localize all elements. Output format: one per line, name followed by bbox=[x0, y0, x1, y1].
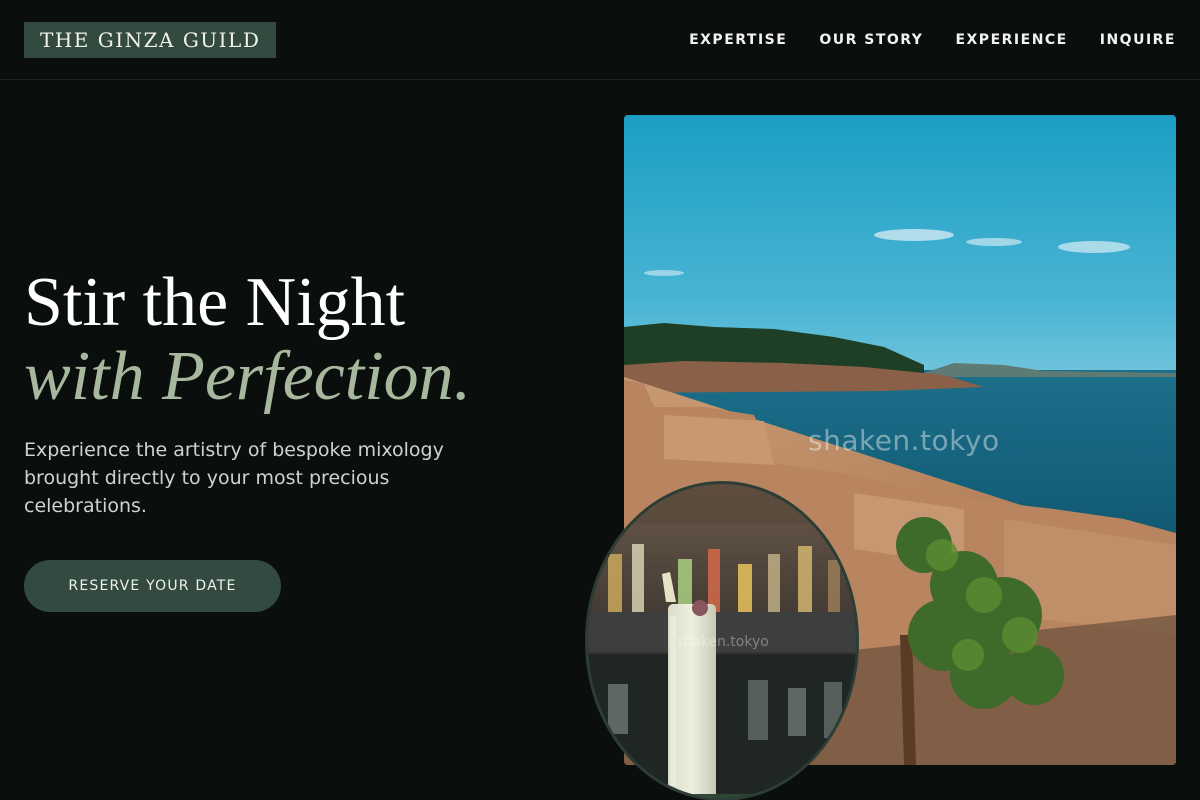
main-nav: EXPERTISE OUR STORY EXPERIENCE INQUIRE bbox=[689, 30, 1176, 50]
nav-link-expertise[interactable]: EXPERTISE bbox=[689, 30, 787, 50]
hero-subtitle: Experience the artistry of bespoke mixol… bbox=[24, 439, 444, 517]
nav-link-our-story[interactable]: OUR STORY bbox=[819, 30, 923, 50]
hero-heading: Stir the Night with Perfection. bbox=[24, 266, 584, 414]
photo-watermark: shaken.tokyo bbox=[808, 424, 1000, 457]
nav-link-experience[interactable]: EXPERIENCE bbox=[955, 30, 1067, 50]
reserve-date-button[interactable]: RESERVE YOUR DATE bbox=[24, 560, 281, 612]
top-navigation-bar: THE GINZA GUILD EXPERTISE OUR STORY EXPE… bbox=[0, 0, 1200, 80]
hero-title-line-2: with Perfection. bbox=[24, 338, 472, 415]
brand-logo[interactable]: THE GINZA GUILD bbox=[24, 22, 277, 58]
hero-title-line-1: Stir the Night bbox=[24, 264, 406, 341]
nav-link-inquire[interactable]: INQUIRE bbox=[1100, 30, 1176, 50]
cocktail-photo-watermark: shaken.tokyo bbox=[676, 634, 769, 650]
